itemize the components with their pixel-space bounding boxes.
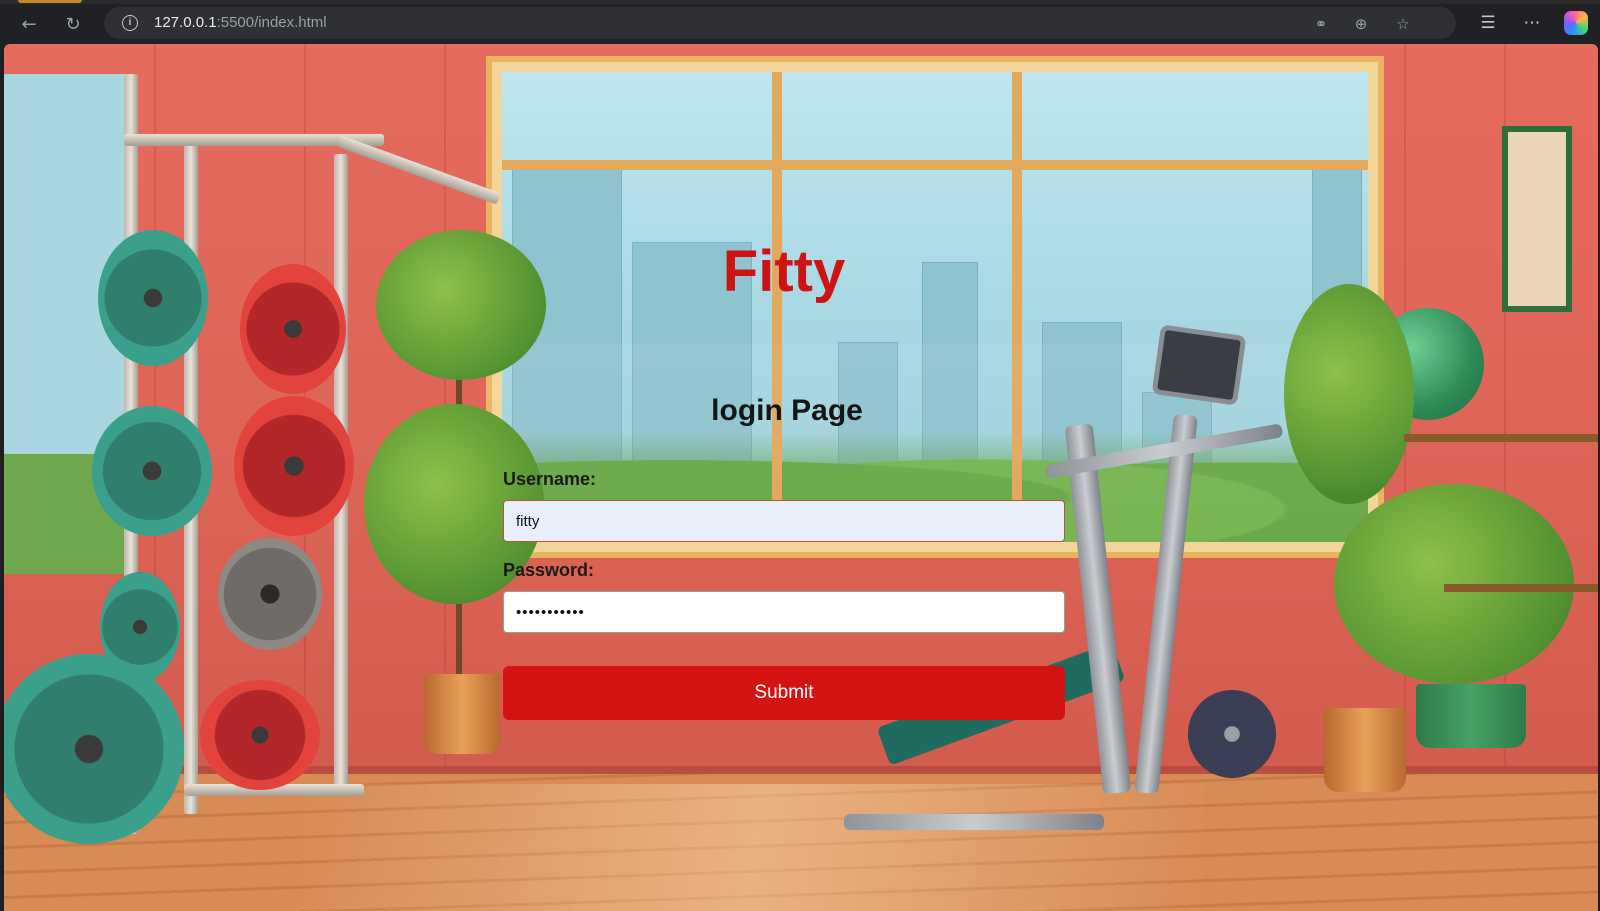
active-tab-indicator[interactable] — [18, 0, 82, 3]
address-bar[interactable]: i 127.0.0.1:5500/index.html ⚭ ⊕ ☆ — [104, 7, 1456, 39]
copilot-icon[interactable] — [1564, 11, 1588, 35]
elliptical-flywheel — [1188, 690, 1276, 778]
back-arrow-icon[interactable]: ← — [14, 9, 44, 39]
plant-pot — [1324, 708, 1406, 792]
weight-plate — [200, 680, 320, 790]
wooden-shelf — [1404, 434, 1598, 442]
zoom-icon[interactable]: ⊕ — [1350, 13, 1372, 35]
wooden-shelf — [1444, 584, 1598, 592]
floor-sunlight — [304, 784, 1204, 911]
submit-button[interactable]: Submit — [503, 666, 1065, 720]
weight-plate — [234, 396, 354, 536]
key-icon[interactable]: ⚭ — [1310, 13, 1332, 35]
username-input[interactable] — [503, 500, 1065, 542]
wall-picture — [1502, 126, 1572, 312]
username-label: Username: — [503, 469, 597, 489]
url-path: :5500/index.html — [216, 14, 327, 31]
star-icon[interactable]: ☆ — [1392, 13, 1414, 35]
url-text[interactable]: 127.0.0.1:5500/index.html — [154, 14, 327, 31]
password-label: Password: — [503, 560, 595, 580]
tab-strip — [0, 0, 1600, 4]
favorites-icon[interactable]: ☰ — [1474, 9, 1502, 37]
app-title: Fitty — [722, 239, 846, 304]
weight-plate — [92, 406, 212, 536]
wall-picture-art — [1508, 132, 1566, 306]
window-mullion — [502, 160, 1368, 170]
plant-leaves — [1284, 284, 1414, 504]
page-viewport: Fitty login Page Username: Password: Sub… — [4, 44, 1598, 911]
reload-icon[interactable]: ↻ — [58, 9, 88, 39]
elliptical-base — [844, 814, 1104, 830]
weight-plate — [98, 230, 208, 366]
plant-pot — [1416, 684, 1526, 748]
info-icon[interactable]: i — [122, 15, 138, 31]
page-title: login Page — [711, 394, 863, 427]
weight-plate — [240, 264, 346, 394]
password-input[interactable] — [503, 591, 1065, 633]
url-host: 127.0.0.1 — [154, 14, 217, 31]
more-icon[interactable]: ⋯ — [1518, 9, 1546, 37]
elliptical-console — [1151, 324, 1247, 406]
gym-background-illustration — [4, 44, 1598, 911]
browser-toolbar: ← ↻ i 127.0.0.1:5500/index.html ⚭ ⊕ ☆ ☰ … — [0, 0, 1600, 44]
weight-plate — [218, 538, 322, 650]
plant-pot — [424, 674, 500, 754]
